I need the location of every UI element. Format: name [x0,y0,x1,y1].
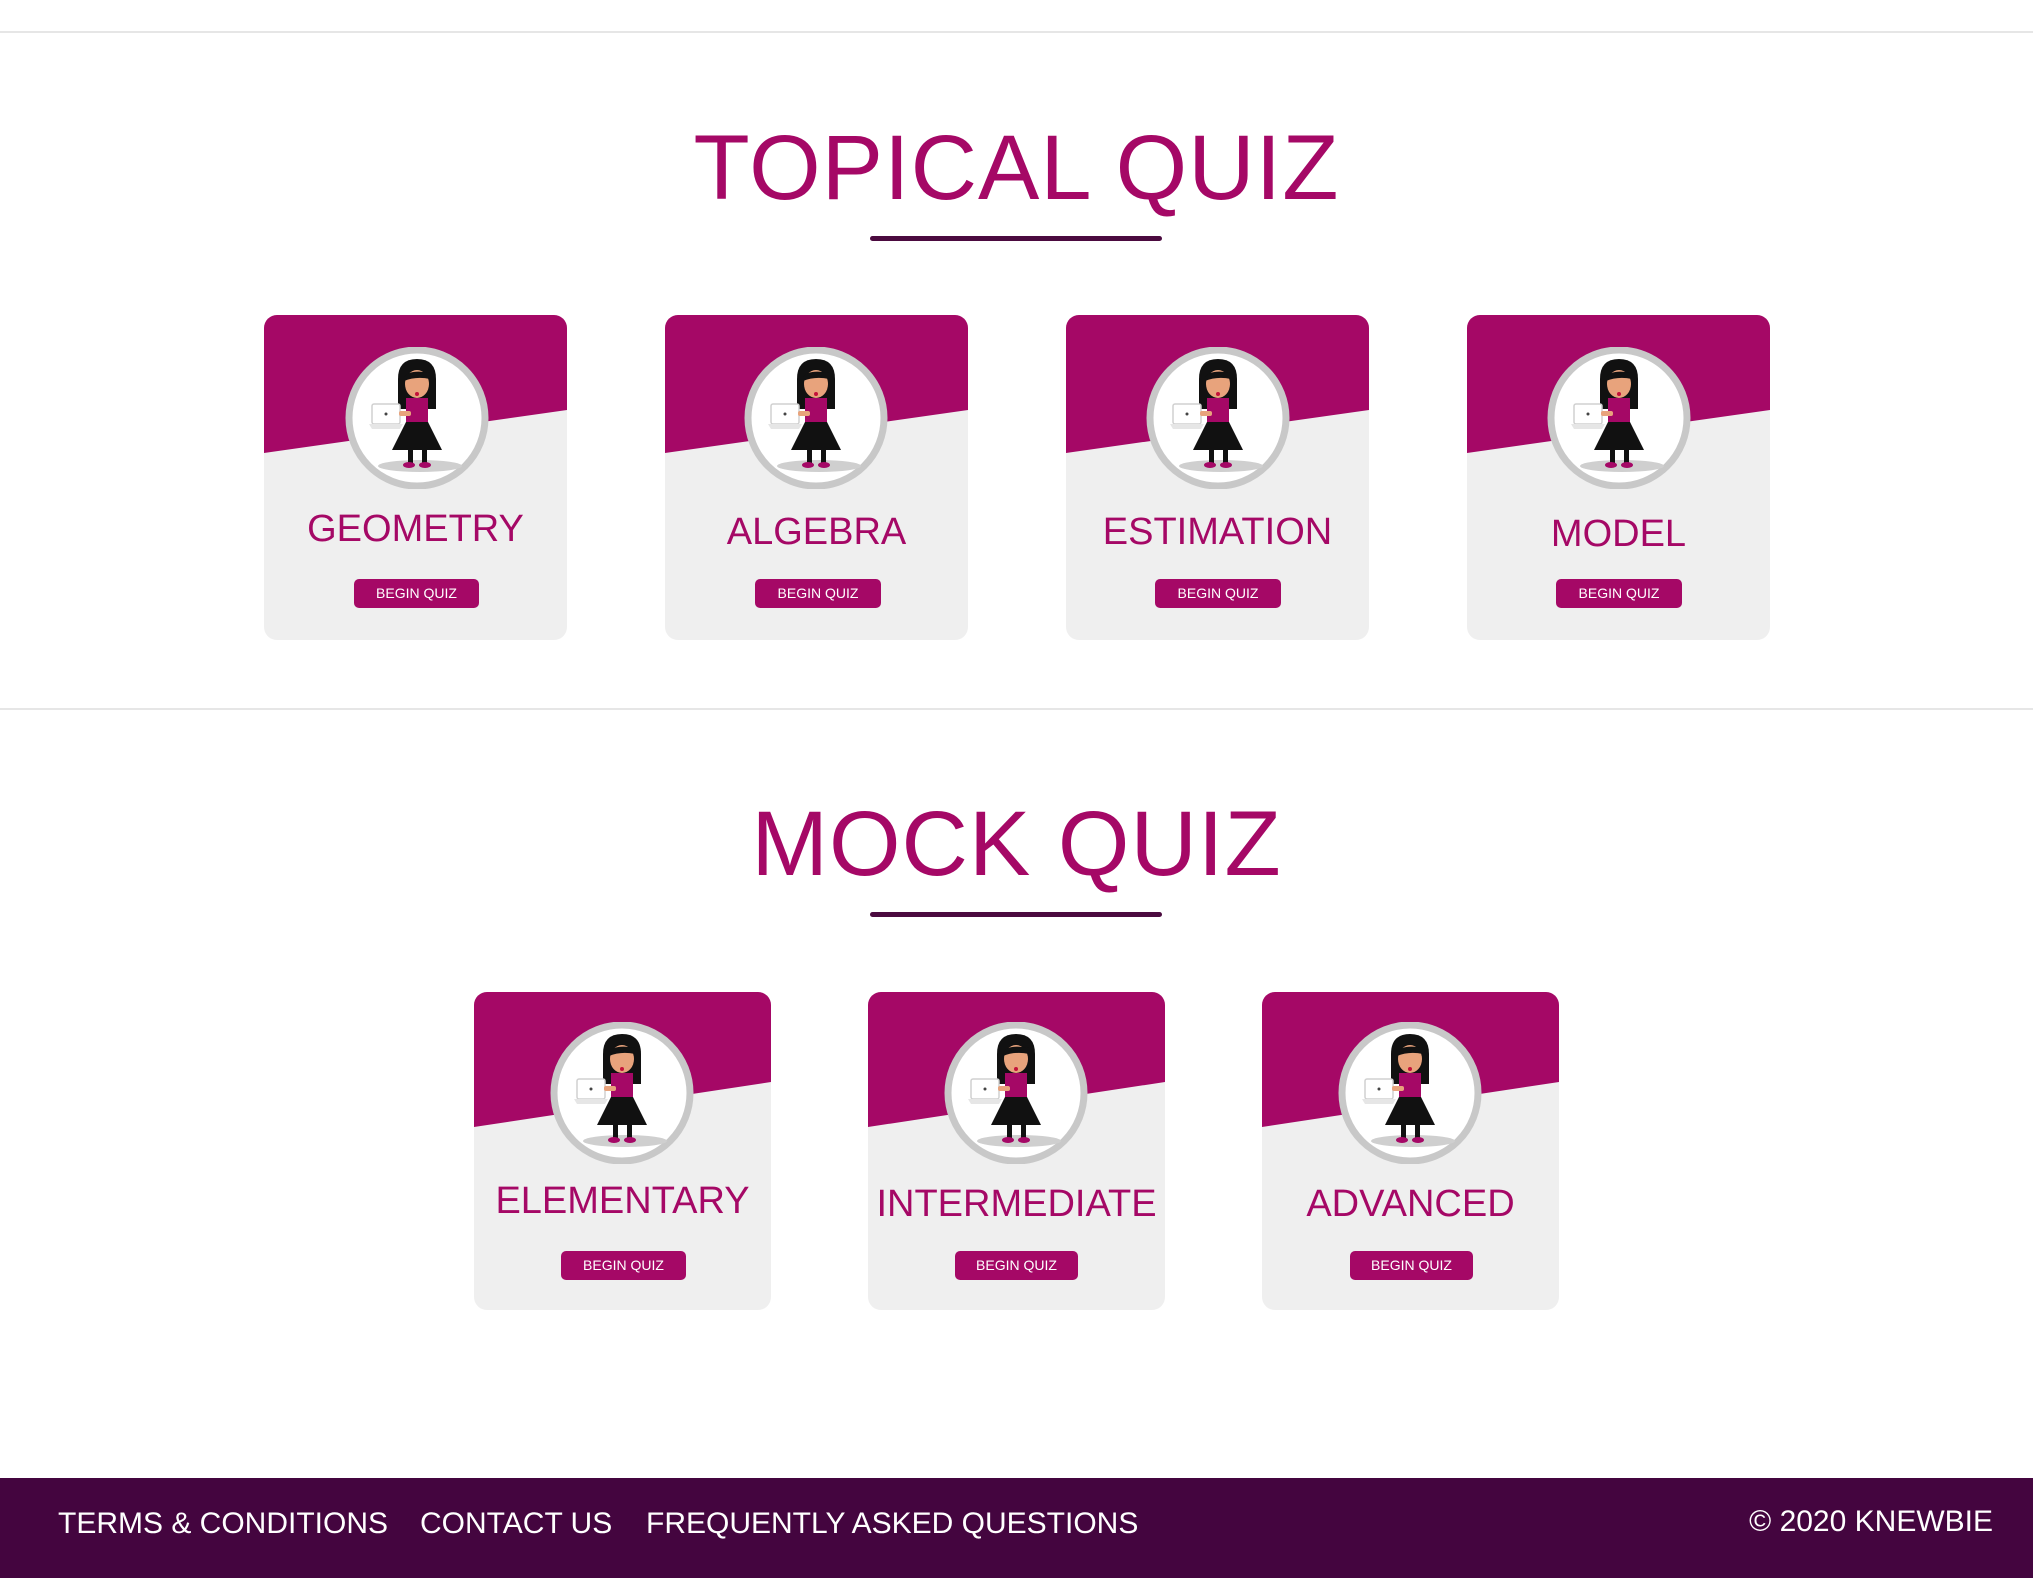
mock-quiz-title: MOCK QUIZ [751,793,1282,895]
card-title: GEOMETRY [307,508,524,550]
begin-quiz-button[interactable]: BEGIN QUIZ [955,1251,1078,1280]
girl-with-laptop-icon [1338,1022,1482,1164]
quiz-card-estimation: ESTIMATION BEGIN QUIZ [1066,315,1369,640]
girl-with-laptop-icon [944,1022,1088,1164]
card-title: INTERMEDIATE [876,1183,1157,1225]
topical-quiz-underline [870,236,1162,241]
quiz-card-model: MODEL BEGIN QUIZ [1467,315,1770,640]
topical-quiz-title: TOPICAL QUIZ [693,117,1340,219]
top-divider [0,31,2033,33]
begin-quiz-button[interactable]: BEGIN QUIZ [1350,1251,1473,1280]
section-divider [0,708,2033,710]
girl-with-laptop-icon [1547,347,1691,489]
quiz-card-intermediate: INTERMEDIATE BEGIN QUIZ [868,992,1165,1310]
quiz-card-geometry: GEOMETRY BEGIN QUIZ [264,315,567,640]
girl-with-laptop-icon [1146,347,1290,489]
footer-link-faq[interactable]: FREQUENTLY ASKED QUESTIONS [646,1478,1138,1578]
quiz-card-elementary: ELEMENTARY BEGIN QUIZ [474,992,771,1310]
card-title: ELEMENTARY [495,1180,750,1222]
card-title: ALGEBRA [726,511,907,553]
copyright-text: © 2020 KNEWBIE [1749,1505,1993,1538]
girl-with-laptop-icon [744,347,888,489]
begin-quiz-button[interactable]: BEGIN QUIZ [1556,579,1682,608]
mock-quiz-underline [870,912,1162,917]
footer-link-contact[interactable]: CONTACT US [420,1478,612,1578]
begin-quiz-button[interactable]: BEGIN QUIZ [1155,579,1281,608]
quiz-card-advanced: ADVANCED BEGIN QUIZ [1262,992,1559,1310]
card-title: MODEL [1550,513,1687,555]
card-title: ADVANCED [1306,1183,1515,1225]
girl-with-laptop-icon [345,347,489,489]
girl-with-laptop-icon [550,1022,694,1164]
quiz-card-algebra: ALGEBRA BEGIN QUIZ [665,315,968,640]
begin-quiz-button[interactable]: BEGIN QUIZ [561,1251,686,1280]
page: TOPICAL QUIZ GEOMETRY BEGIN QUIZ ALGEBRA… [0,0,2033,1578]
card-title: ESTIMATION [1102,511,1333,553]
footer: TERMS & CONDITIONS CONTACT US FREQUENTLY… [0,1478,2033,1578]
footer-link-terms[interactable]: TERMS & CONDITIONS [58,1478,388,1578]
begin-quiz-button[interactable]: BEGIN QUIZ [755,579,881,608]
begin-quiz-button[interactable]: BEGIN QUIZ [354,579,479,608]
